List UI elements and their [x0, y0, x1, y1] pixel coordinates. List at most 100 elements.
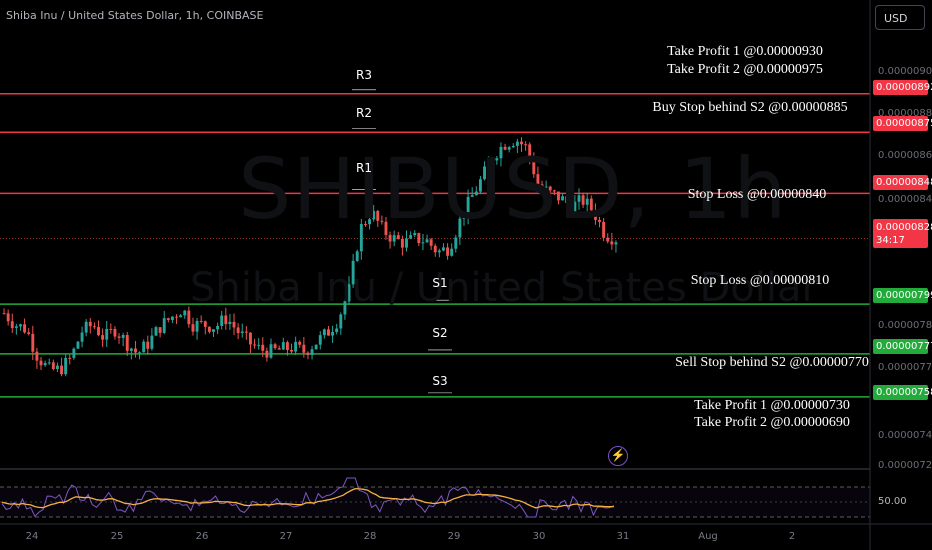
candle-body — [331, 331, 335, 336]
x-tick: 28 — [363, 531, 377, 542]
y-tick: 0.00000770 — [878, 362, 932, 373]
level-label-s1: S1 — [432, 276, 448, 290]
current-price: 0.00000828 — [876, 222, 932, 233]
candle-body — [76, 341, 80, 349]
candle-body — [158, 327, 162, 333]
candle-body — [80, 332, 84, 342]
candle-body — [290, 350, 293, 352]
price-badge-s3: 0.00000758 — [873, 385, 932, 400]
candle-body — [97, 326, 100, 336]
candle-body — [421, 242, 425, 244]
candle-body — [154, 327, 158, 336]
candle-body — [294, 341, 298, 352]
candle-body — [2, 313, 6, 315]
annotation-short-take-profit-2: Take Profit 2 @0.00000690 — [694, 415, 850, 430]
current-price-badge: 0.00000828 34:17 — [873, 219, 932, 248]
level-label-r3: R3 — [356, 68, 372, 82]
candle-body — [614, 242, 618, 245]
currency-button[interactable]: USD — [875, 5, 925, 30]
x-tick: 27 — [279, 531, 293, 542]
annotation-long-take-profit-2: Take Profit 2 @0.00000975 — [667, 62, 823, 77]
candle-body — [47, 362, 51, 364]
x-tick: 2 — [788, 531, 796, 542]
y-tick: 0.00000728 — [878, 460, 932, 471]
annotation-long-stop-loss: Stop Loss @0.00000840 — [687, 187, 827, 202]
annotation-long-take-profit-1: Take Profit 1 @0.00000930 — [667, 44, 823, 59]
y-tick: 0.00000741 — [878, 430, 932, 441]
price-badge-r3: 0.00000892 — [873, 80, 932, 95]
candle-body — [442, 247, 445, 251]
x-tick: 30 — [532, 531, 546, 542]
candle-body — [117, 336, 121, 338]
candle-body — [429, 239, 433, 246]
candle-body — [433, 245, 437, 253]
candle-body — [92, 326, 96, 328]
candle-body — [142, 341, 146, 353]
candle-body — [249, 332, 252, 345]
x-tick: 24 — [25, 531, 39, 542]
candle-body — [318, 335, 322, 345]
y-tick: 0.00000860 — [878, 150, 932, 161]
candle-body — [450, 248, 454, 256]
candle-body — [236, 327, 240, 334]
candle-body — [232, 321, 236, 328]
candle-body — [84, 321, 88, 333]
candle-body — [191, 324, 195, 332]
price-badge-r1: 0.00000848 — [873, 175, 932, 190]
candle-body — [129, 348, 133, 351]
price-badge-s1: 0.00000799 — [873, 288, 932, 303]
candle-body — [72, 348, 76, 358]
candle-body — [212, 329, 215, 332]
candle-body — [179, 315, 183, 318]
candle-body — [43, 362, 47, 366]
candle-body — [306, 352, 310, 356]
candle-body — [610, 241, 614, 245]
candle-body — [281, 342, 285, 350]
candle-body — [68, 357, 72, 359]
candle-body — [228, 321, 232, 325]
candle-body — [265, 350, 269, 358]
candle-body — [187, 310, 191, 325]
chart-title: Shiba Inu / United States Dollar, 1h, CO… — [6, 9, 264, 22]
candle-body — [257, 344, 261, 346]
candle-body — [314, 344, 318, 350]
candle-body — [240, 331, 244, 334]
y-tick: 0.00000840 — [878, 194, 932, 205]
candle-body — [446, 247, 450, 256]
bolt-icon[interactable]: ⚡ — [608, 446, 628, 466]
y-tick: 0.00000785 — [878, 320, 932, 331]
annotation-sell-stop: Sell Stop behind S2 @0.00000770 — [675, 355, 869, 370]
candle-body — [244, 331, 248, 333]
candle-body — [183, 310, 187, 316]
candle-body — [166, 318, 170, 320]
candle-body — [322, 329, 326, 336]
candle-body — [39, 360, 43, 366]
candle-body — [327, 329, 330, 336]
level-label-r1: R1 — [356, 161, 372, 175]
candle-body — [162, 318, 166, 333]
level-label-s3: S3 — [432, 374, 448, 388]
x-tick: 29 — [447, 531, 461, 542]
candle-body — [405, 238, 408, 248]
candle-body — [23, 324, 27, 333]
candle-body — [216, 325, 220, 330]
candle-body — [261, 344, 265, 351]
candle-body — [400, 238, 404, 248]
candle-body — [277, 348, 281, 350]
candle-body — [138, 352, 142, 354]
candle-body — [27, 332, 31, 334]
level-label-r2: R2 — [356, 106, 372, 120]
annotation-buy-stop: Buy Stop behind S2 @0.00000885 — [652, 100, 848, 115]
candle-body — [146, 341, 150, 349]
candle-body — [10, 321, 14, 328]
rsi-panel — [0, 468, 870, 518]
candle-body — [19, 324, 22, 327]
candle-body — [220, 315, 224, 326]
candle-body — [121, 335, 125, 338]
price-badge-r2: 0.00000875 — [873, 116, 932, 131]
candle-body — [64, 357, 68, 375]
candle-body — [203, 321, 207, 327]
candle-body — [302, 344, 306, 353]
candle-body — [88, 321, 92, 327]
candle-body — [207, 326, 211, 332]
